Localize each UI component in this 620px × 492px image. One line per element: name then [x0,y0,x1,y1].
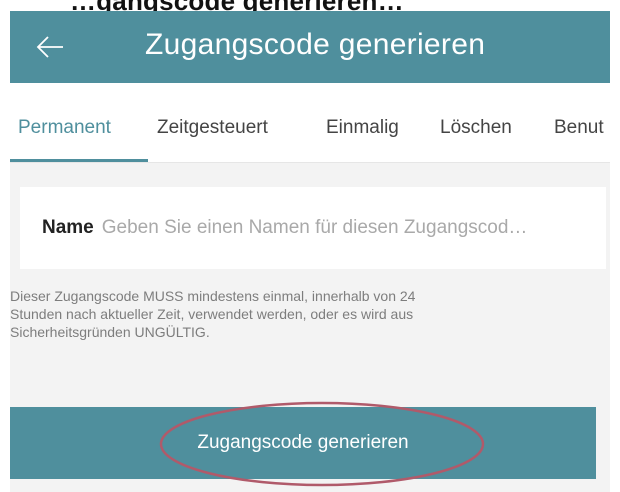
tab-zeitgesteuert[interactable]: Zeitgesteuert [157,117,268,139]
tab-einmalig[interactable]: Einmalig [326,117,399,139]
main-content: Name Dieser Zugangscode MUSS mindestens … [10,163,610,492]
validity-hint: Dieser Zugangscode MUSS mindestens einma… [10,287,570,341]
back-button[interactable] [32,29,68,65]
tab-permanent[interactable]: Permanent [18,117,111,139]
app-bar: Zugangscode generieren [10,11,610,83]
name-field[interactable]: Name [20,187,606,269]
hint-line: Sicherheitsgründen UNGÜLTIG. [10,324,210,340]
tab-loeschen[interactable]: Löschen [440,117,512,139]
hint-line: Dieser Zugangscode MUSS mindestens einma… [10,288,416,304]
name-input[interactable] [101,217,542,239]
tab-benutzer[interactable]: Benut [554,117,604,139]
tab-bar: Permanent Zeitgesteuert Einmalig Löschen… [10,83,610,163]
arrow-left-icon [36,36,63,58]
name-label: Name [42,217,94,238]
page-title: Zugangscode generieren [145,28,486,61]
hint-line: Stunden nach aktueller Zeit, verwendet w… [10,306,414,322]
generate-code-button[interactable]: Zugangscode generieren [10,407,596,479]
